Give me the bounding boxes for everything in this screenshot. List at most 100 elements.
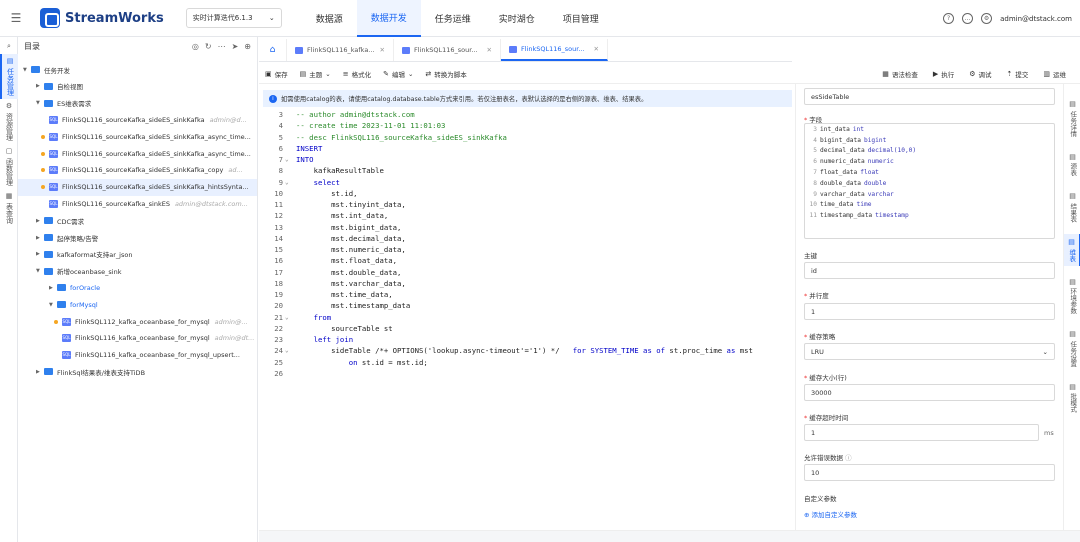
code-text: left join xyxy=(296,334,354,345)
caret-right-icon[interactable]: ▶ xyxy=(49,285,57,291)
user-name[interactable]: admin@dtstack.com xyxy=(1000,15,1072,23)
rail-item[interactable]: ▦ 表查询 xyxy=(0,189,18,227)
add-custom-param-button[interactable]: ⊕ 添加自定义参数 xyxy=(804,509,857,519)
version-select[interactable]: 实时计算迭代6.1.3 ⌄ xyxy=(185,8,282,28)
top-right-tools: ? … ⚙ admin@dtstack.com xyxy=(943,0,1072,37)
file-tab[interactable]: FlinkSQL116_sour... ✕ xyxy=(501,39,608,61)
cache-size-input[interactable]: 30000 xyxy=(804,384,1055,401)
submit-button[interactable]: ⇡ 提交 xyxy=(1001,69,1035,79)
caret-down-icon[interactable]: ▼ xyxy=(36,100,44,106)
code-editor[interactable]: 3 -- author admin@dtstack.com 4 -- create t… xyxy=(263,109,792,529)
message-icon[interactable]: … xyxy=(962,13,974,24)
caret-right-icon[interactable]: ▶ xyxy=(36,235,44,241)
caret-right-icon[interactable]: ▶ xyxy=(36,251,44,257)
rail-item[interactable]: ▢ 函数管理 xyxy=(0,144,18,189)
syntax-check-button[interactable]: ▦ 语法检查 xyxy=(876,69,924,79)
refresh-icon[interactable]: ↻ xyxy=(205,42,212,51)
add-icon[interactable]: ⊕ xyxy=(244,42,251,51)
caret-down-icon[interactable]: ▼ xyxy=(23,67,31,73)
tree-file[interactable]: SQL FlinkSQL116_kafka_oceanbase_for_mysql… xyxy=(18,330,257,347)
fields-editor[interactable]: 3 int_data int 4 bigint_data bigint 5 decimal_d… xyxy=(804,123,1055,239)
send-icon[interactable]: ➤ xyxy=(232,42,239,51)
caret-right-icon[interactable]: ▶ xyxy=(36,218,44,224)
nav-item[interactable]: 数据开发 xyxy=(356,0,421,37)
nav-item[interactable]: 实时湖仓 xyxy=(485,0,549,37)
convert-to-script-button[interactable]: ⇄ 转换为脚本 xyxy=(419,69,472,79)
logo[interactable]: StreamWorks xyxy=(40,8,164,28)
help-icon[interactable]: ⓘ xyxy=(845,454,852,462)
tree-file[interactable]: SQL FlinkSQL116_sourceKafka_sideES_sinkKa… xyxy=(18,145,257,162)
caret-right-icon[interactable]: ▶ xyxy=(36,83,44,89)
code-text: sourceTable st xyxy=(296,323,393,334)
settings-icon[interactable]: ⚙ xyxy=(981,13,993,24)
close-icon[interactable]: ✕ xyxy=(594,45,599,53)
tree-folder[interactable]: ▼ 新增oceanbase_sink xyxy=(18,263,257,280)
close-icon[interactable]: ✕ xyxy=(380,46,385,54)
tree-file[interactable]: SQL FlinkSQL116_sourceKafka_sideES_sinkKa… xyxy=(18,162,257,179)
right-rail-item[interactable]: ▤ 任务详情 xyxy=(1064,96,1080,141)
tree-file[interactable]: SQL FlinkSQL116_sourceKafka_sideES_sinkKa… xyxy=(18,111,257,128)
tree-file[interactable]: SQL FlinkSQL116_kafka_oceanbase_for_mysql… xyxy=(18,347,257,364)
search-icon[interactable]: ⌕ xyxy=(0,37,18,54)
nav-item[interactable]: 任务运维 xyxy=(421,0,485,37)
cache-strategy-select[interactable]: LRU ⌄ xyxy=(804,343,1055,360)
tree-folder[interactable]: ▶ 起停策略/告警 xyxy=(18,229,257,246)
rail-item[interactable]: ⚙ 资源管理 xyxy=(0,99,18,144)
table-name-input[interactable]: esSideTable xyxy=(804,88,1055,105)
tree-folder[interactable]: ▶ 自检视图 xyxy=(18,78,257,95)
cache-timeout-input[interactable]: 1 xyxy=(804,424,1039,441)
more-icon[interactable]: ⋯ xyxy=(218,42,226,51)
format-button[interactable]: ≡ 格式化 xyxy=(337,69,377,79)
nav-item[interactable]: 项目管理 xyxy=(549,0,613,37)
menu-icon[interactable]: ☰ xyxy=(0,11,32,25)
close-icon[interactable]: ✕ xyxy=(487,46,492,54)
file-tab[interactable]: FlinkSQL116_kafka... ✕ xyxy=(287,39,394,61)
fold-icon[interactable]: ⌄ xyxy=(285,312,289,323)
tree-folder[interactable]: ▼ ES维表需求 xyxy=(18,95,257,112)
tree-folder[interactable]: ▶ kafkaformat支持ar_json xyxy=(18,246,257,263)
allow-errors-input[interactable]: 10 xyxy=(804,464,1055,481)
theme-label: 主题 xyxy=(309,70,323,79)
tree-file[interactable]: SQL FlinkSQL116_sourceKafka_sideES_sinkKa… xyxy=(18,178,257,196)
edit-button[interactable]: ✎ 编辑 ⌄ xyxy=(377,69,419,79)
right-rail-item[interactable]: ▤ 批模式 xyxy=(1064,379,1080,417)
caret-down-icon[interactable]: ▼ xyxy=(49,302,57,308)
tree-folder[interactable]: ▼ 任务开发 xyxy=(18,61,257,78)
tree-file[interactable]: SQL FlinkSQL112_kafka_oceanbase_for_mysql… xyxy=(18,313,257,330)
locate-icon[interactable]: ◎ xyxy=(192,42,199,51)
right-rail-item[interactable]: ▤ 维表 xyxy=(1064,234,1080,266)
tree-folder[interactable]: ▶ CDC需求 xyxy=(18,212,257,229)
tree-file[interactable]: SQL FlinkSQL116_sourceKafka_sideES_sinkKa… xyxy=(18,128,257,145)
parallelism-input[interactable]: 1 xyxy=(804,303,1055,320)
right-rail-item[interactable]: ▤ 结果表 xyxy=(1064,188,1080,226)
fold-icon[interactable]: ⌄ xyxy=(285,177,289,188)
nav-item[interactable]: 数据源 xyxy=(302,0,357,37)
folder-icon xyxy=(44,234,53,241)
ops-button[interactable]: ▥ 运维 xyxy=(1037,69,1072,79)
theme-button[interactable]: ▤ 主题 ⌄ xyxy=(294,69,337,79)
field-row: 11 timestamp_data timestamp xyxy=(805,210,1054,221)
right-rail-item[interactable]: ▤ 任务设置 xyxy=(1064,326,1080,371)
code-token: mst.timestamp_data xyxy=(296,301,411,311)
right-rail-item[interactable]: ▤ 源表 xyxy=(1064,149,1080,181)
primary-key-input[interactable]: id xyxy=(804,262,1055,279)
run-button[interactable]: ▶ 执行 xyxy=(927,69,960,79)
fold-icon[interactable]: ⌄ xyxy=(285,345,289,356)
tree-folder[interactable]: ▶ FlinkSql结果表/维表支持TiDB xyxy=(18,363,257,380)
syntax-check-label: 语法检查 xyxy=(891,70,918,79)
home-icon[interactable]: ⌂ xyxy=(259,39,287,61)
fold-icon[interactable]: ⌄ xyxy=(285,154,289,165)
caret-down-icon[interactable]: ▼ xyxy=(36,268,44,274)
right-rail-item[interactable]: ▤ 环境参数 xyxy=(1064,274,1080,319)
tree-item-owner: admin@dt... xyxy=(214,334,255,343)
caret-right-icon[interactable]: ▶ xyxy=(36,369,44,375)
help-icon[interactable]: ? xyxy=(943,13,955,24)
save-button[interactable]: ▣ 保存 xyxy=(259,69,294,79)
debug-button[interactable]: ⚙ 调试 xyxy=(963,69,997,79)
result-table-icon: ▤ xyxy=(1069,192,1076,200)
tree-file[interactable]: SQL FlinkSQL116_sourceKafka_sinkES admin@d… xyxy=(18,195,257,212)
tree-folder[interactable]: ▶ forOracle xyxy=(18,279,257,296)
rail-item[interactable]: ▤ 任务管理 xyxy=(0,54,18,99)
file-tab[interactable]: FlinkSQL116_sour... ✕ xyxy=(394,39,501,61)
tree-folder[interactable]: ▼ forMysql xyxy=(18,296,257,313)
